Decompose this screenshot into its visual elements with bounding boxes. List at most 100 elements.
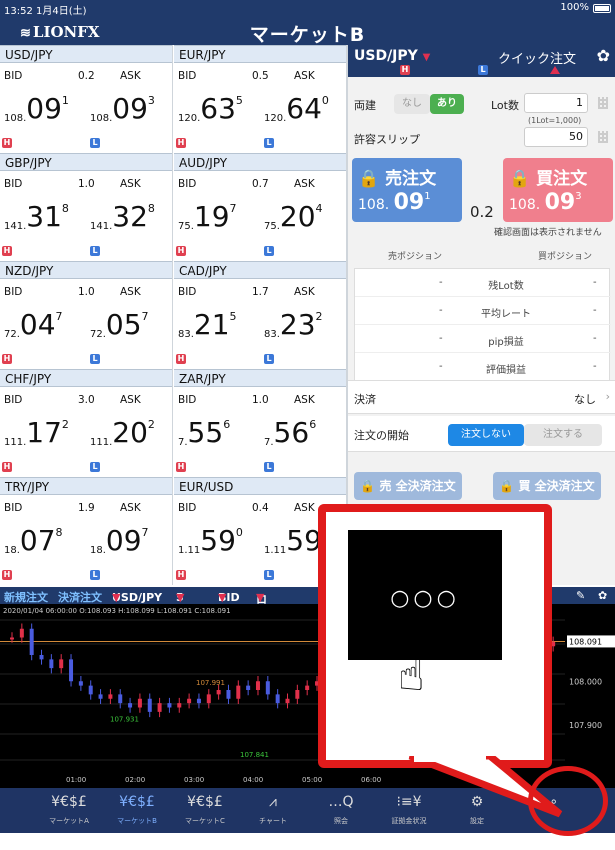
slip-input[interactable]: 50 bbox=[524, 127, 588, 147]
quote-tile[interactable]: TRY/JPY BID 1.9 ASK 18.078 18.097 H L bbox=[0, 477, 173, 585]
hedge-on-toggle[interactable]: あり bbox=[430, 94, 464, 114]
quote-tile[interactable]: CAD/JPY BID 1.7 ASK 83.215 83.232 H L bbox=[174, 261, 347, 369]
candle-body bbox=[49, 659, 54, 669]
h-marker-icon: H bbox=[400, 65, 410, 75]
tab-label: マーケットA bbox=[49, 817, 89, 825]
order-start-row: 注文の開始 注文しない 注文する bbox=[348, 416, 615, 452]
candle-body bbox=[108, 694, 113, 699]
candle-body bbox=[216, 690, 221, 695]
ask-price[interactable]: 120.640 bbox=[264, 95, 329, 124]
tab-5[interactable]: …Q 照会 bbox=[307, 788, 375, 833]
candle-body bbox=[275, 694, 280, 704]
buy-order-button[interactable]: 🔒 買注文 108. 093 bbox=[503, 158, 613, 222]
ask-price[interactable]: 7.566 bbox=[264, 419, 316, 448]
position-row: - pip損益 - bbox=[355, 325, 611, 353]
quote-tile[interactable]: ZAR/JPY BID 1.0 ASK 7.556 7.566 H L bbox=[174, 369, 347, 477]
l-marker-icon: L bbox=[264, 570, 274, 580]
buy-all-settle-button[interactable]: 🔒 買 全決済注文 bbox=[493, 472, 601, 500]
tab-3[interactable]: ¥€$£ マーケットC bbox=[171, 788, 239, 833]
bid-price[interactable]: 111.172 bbox=[4, 419, 69, 448]
ask-price[interactable]: 72.057 bbox=[90, 311, 149, 340]
position-row-label: 評価損益 bbox=[486, 365, 526, 376]
x-tick-label: 06:00 bbox=[361, 776, 381, 784]
do-order-toggle[interactable]: 注文する bbox=[524, 424, 602, 446]
ask-label: ASK bbox=[294, 70, 315, 82]
lot-input[interactable]: 1 bbox=[524, 93, 588, 113]
lot-label: Lot数 bbox=[491, 99, 519, 112]
y-tick-label: 108.000 bbox=[569, 677, 602, 686]
quote-tile[interactable]: NZD/JPY BID 1.0 ASK 72.047 72.057 H L bbox=[0, 261, 173, 369]
pair-name: AUD/JPY bbox=[174, 153, 346, 171]
position-row-label: pip損益 bbox=[488, 337, 524, 348]
chart-header: 2020/01/04 06:00:00 O:108.093 H:108.099 … bbox=[3, 607, 231, 615]
up-arrow-icon bbox=[550, 66, 560, 74]
bid-price[interactable]: 75.197 bbox=[178, 203, 237, 232]
bid-label: BID bbox=[178, 502, 197, 514]
position-table: - 残Lot数 -- 平均レート -- pip損益 -- 評価損益 - bbox=[354, 268, 611, 381]
quote-tile[interactable]: USD/JPY BID 0.2 ASK 108.091 108.093 H L bbox=[0, 45, 173, 153]
sell-all-settle-button[interactable]: 🔒 売 全決済注文 bbox=[354, 472, 462, 500]
tab-1[interactable]: ¥€$£ マーケットA bbox=[35, 788, 103, 833]
candle-body bbox=[78, 681, 83, 686]
settlement-label: 決済 bbox=[354, 393, 376, 406]
ask-label: ASK bbox=[120, 394, 141, 406]
h-marker-icon: H bbox=[176, 246, 186, 256]
no-order-toggle[interactable]: 注文しない bbox=[448, 424, 524, 446]
bid-price[interactable]: 1.11590 bbox=[178, 527, 243, 556]
ask-price[interactable]: 18.097 bbox=[90, 527, 149, 556]
tab-label: チャート bbox=[259, 817, 287, 825]
ask-price[interactable]: 83.232 bbox=[264, 311, 323, 340]
settlement-row[interactable]: 決済 なし › bbox=[348, 380, 615, 414]
spread-value: 1.0 bbox=[78, 286, 95, 298]
tab-4[interactable]: ⩘ チャート bbox=[239, 788, 307, 833]
bid-price[interactable]: 120.635 bbox=[178, 95, 243, 124]
ask-price[interactable]: 111.202 bbox=[90, 419, 155, 448]
candle-body bbox=[305, 685, 310, 690]
l-marker-icon: L bbox=[90, 138, 100, 148]
keypad-icon[interactable] bbox=[598, 97, 608, 109]
ask-price[interactable]: 141.328 bbox=[90, 203, 155, 232]
gear-icon[interactable]: ✿ bbox=[598, 589, 607, 602]
position-row: - 評価損益 - bbox=[355, 353, 611, 381]
candle-body bbox=[285, 698, 290, 704]
tab-2[interactable]: ¥€$£ マーケットB bbox=[103, 788, 171, 833]
bid-price[interactable]: 18.078 bbox=[4, 527, 63, 556]
bid-price[interactable]: 141.318 bbox=[4, 203, 69, 232]
keypad-icon[interactable] bbox=[598, 131, 608, 143]
more-icon: ○○○ bbox=[390, 586, 460, 611]
bid-price[interactable]: 108.091 bbox=[4, 95, 69, 124]
candle-body bbox=[29, 628, 34, 655]
bid-price[interactable]: 83.215 bbox=[178, 311, 237, 340]
l-marker-icon: L bbox=[264, 354, 274, 364]
candle-body bbox=[157, 703, 162, 712]
hedge-off-toggle[interactable]: なし bbox=[394, 94, 430, 114]
position-row-label: 平均レート bbox=[481, 309, 531, 320]
chart-icon: ⩘ bbox=[269, 794, 277, 810]
quote-tile[interactable]: EUR/JPY BID 0.5 ASK 120.635 120.640 H L bbox=[174, 45, 347, 153]
quote-tile[interactable]: CHF/JPY BID 3.0 ASK 111.172 111.202 H L bbox=[0, 369, 173, 477]
buy-order-label: 🔒 買注文 bbox=[509, 169, 588, 189]
sell-order-button[interactable]: 🔒 売注文 108. 091 bbox=[352, 158, 462, 222]
quote-tile[interactable]: AUD/JPY BID 0.7 ASK 75.197 75.204 H L bbox=[174, 153, 347, 261]
pencil-icon[interactable]: ✎ bbox=[576, 589, 585, 602]
settle-order-link[interactable]: 決済注文 bbox=[58, 589, 102, 605]
ask-price[interactable]: 75.204 bbox=[264, 203, 323, 232]
sell-position-value: - bbox=[439, 277, 443, 288]
candle-body bbox=[69, 659, 74, 682]
bid-price[interactable]: 7.556 bbox=[178, 419, 230, 448]
l-marker-icon: L bbox=[90, 462, 100, 472]
l-marker-icon: L bbox=[264, 462, 274, 472]
gear-icon[interactable]: ✿ bbox=[597, 46, 610, 65]
pair-selector[interactable]: USD/JPY ▼ bbox=[354, 48, 430, 64]
buy-position-header: 買ポジション bbox=[538, 252, 593, 262]
quick-order-mode[interactable]: クイック注文 bbox=[498, 48, 576, 67]
slip-label: 許容スリップ bbox=[354, 133, 420, 146]
bid-price[interactable]: 72.047 bbox=[4, 311, 63, 340]
ask-price[interactable]: 1.1159 bbox=[264, 527, 322, 556]
ask-label: ASK bbox=[294, 502, 315, 514]
quote-tile[interactable]: GBP/JPY BID 1.0 ASK 141.318 141.328 H L bbox=[0, 153, 173, 261]
position-row: - 平均レート - bbox=[355, 297, 611, 325]
candle-body bbox=[59, 659, 64, 669]
new-order-link[interactable]: 新規注文 bbox=[4, 589, 48, 605]
ask-price[interactable]: 108.093 bbox=[90, 95, 155, 124]
